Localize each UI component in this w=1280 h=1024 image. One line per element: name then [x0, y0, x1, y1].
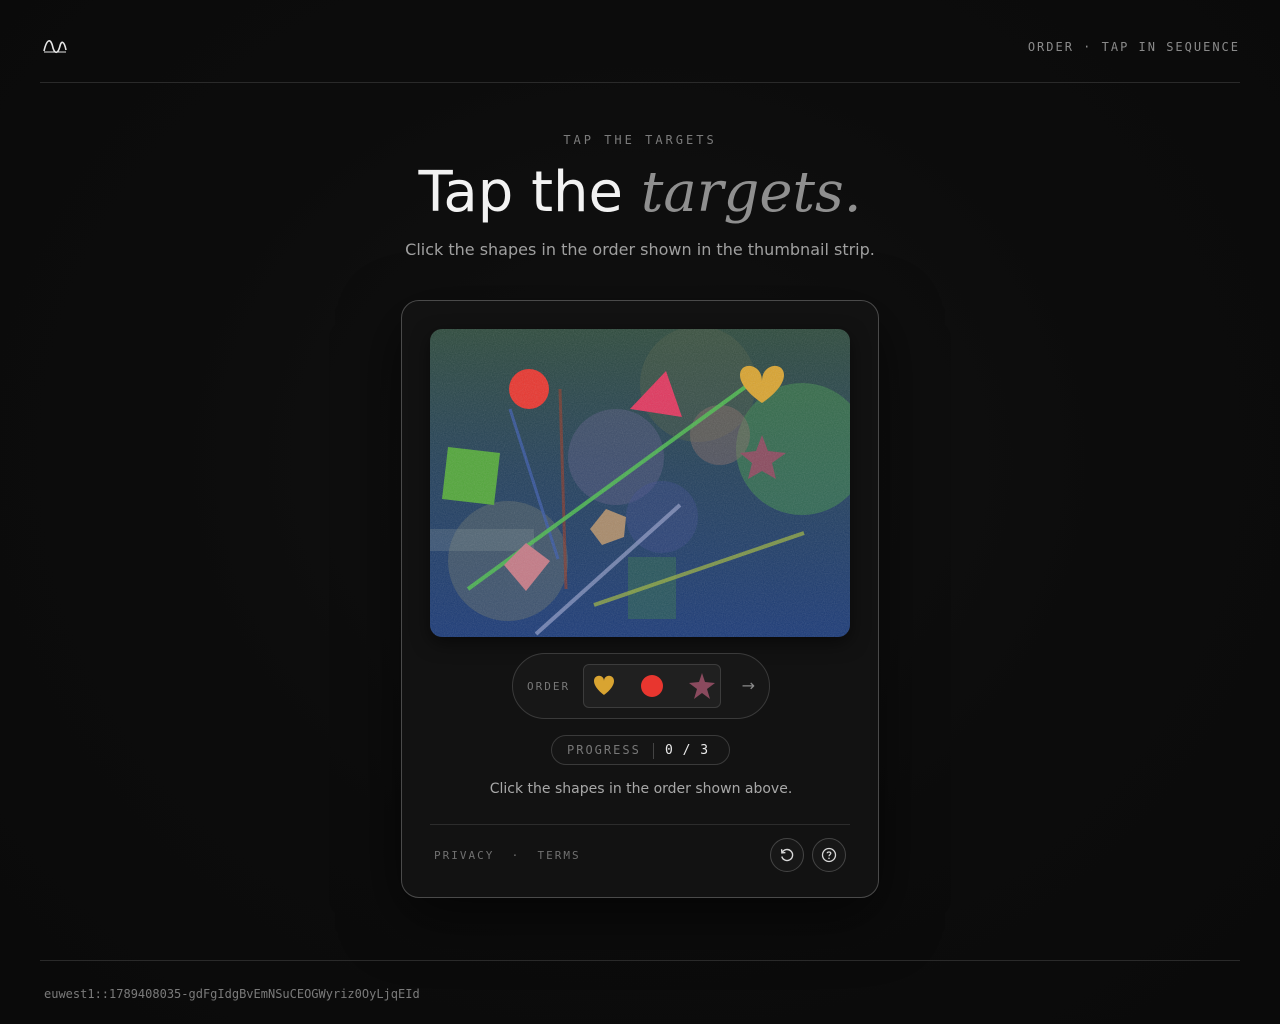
privacy-link[interactable]: PRIVACY — [434, 849, 494, 862]
page-title: Tap the targets. — [0, 158, 1280, 228]
progress-pill: PROGRESS 0 / 3 — [551, 735, 730, 765]
refresh-button[interactable] — [770, 838, 804, 872]
progress-value: 0 / 3 — [665, 743, 710, 758]
challenge-canvas[interactable] — [430, 329, 850, 637]
page-subtitle: Click the shapes in the order shown in t… — [405, 240, 875, 259]
wave-logo-icon — [43, 40, 67, 54]
mode-label: ORDER · TAP IN SEQUENCE — [1027, 40, 1240, 54]
refresh-icon — [780, 848, 794, 862]
card-divider — [430, 824, 850, 825]
terms-link[interactable]: TERMS — [537, 849, 580, 862]
challenge-card: ORDER → PROGRESS 0 / 3 Click the shapes … — [401, 300, 879, 898]
thumbnail-strip — [583, 664, 721, 708]
order-strip-pill: ORDER → — [512, 653, 770, 719]
progress-label: PROGRESS — [567, 743, 641, 757]
legal-separator: · — [511, 849, 521, 862]
instruction-text: Click the shapes in the order shown abov… — [489, 781, 793, 797]
order-label: ORDER — [527, 680, 571, 693]
help-icon — [821, 847, 837, 863]
circle-icon — [641, 675, 663, 697]
top-bar: ORDER · TAP IN SEQUENCE — [40, 0, 1240, 83]
footer-divider — [40, 960, 1240, 961]
heart-icon — [594, 675, 614, 695]
star-icon — [689, 673, 715, 699]
title-emphasis: targets. — [640, 160, 862, 225]
noise-overlay — [430, 329, 850, 637]
progress-divider — [653, 743, 654, 759]
legal-links: PRIVACY · TERMS — [434, 849, 581, 862]
title-plain: Tap the — [418, 160, 623, 225]
eyebrow-label: TAP THE TARGETS — [563, 133, 717, 147]
help-button[interactable] — [812, 838, 846, 872]
arrow-right-icon: → — [741, 676, 755, 695]
session-id: euwest1::1789408035-gdFgIdgBvEmNSuCEOGWy… — [44, 987, 420, 1001]
